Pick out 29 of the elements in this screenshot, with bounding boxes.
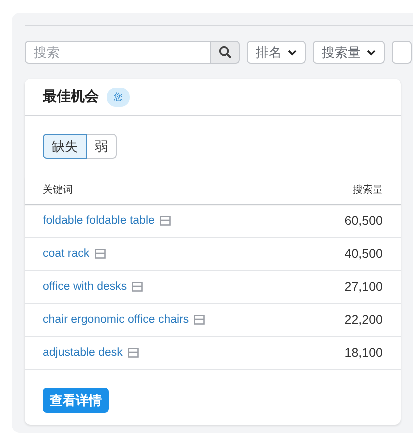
- segment-tab[interactable]: 弱: [86, 134, 117, 159]
- volume-cell: 18,100: [344, 346, 383, 360]
- keyword-link[interactable]: adjustable desk: [43, 347, 139, 359]
- chevron-icon: [288, 50, 297, 56]
- window-icon: [132, 282, 144, 292]
- window-icon: [128, 348, 139, 358]
- window-icon: [94, 249, 106, 259]
- dropdown-button[interactable]: 搜索量: [313, 41, 385, 64]
- window-icon: [194, 315, 206, 325]
- keyword-link[interactable]: chair ergonomic office chairs: [43, 314, 206, 326]
- details-button[interactable]: 查看详情: [43, 388, 109, 413]
- column-header: 搜索量: [353, 184, 383, 197]
- volume-cell: 60,500: [344, 214, 383, 228]
- dropdown-button[interactable]: 排名: [247, 41, 306, 64]
- search-icon: [218, 46, 232, 59]
- keyword-link[interactable]: foldable foldable table: [43, 215, 171, 227]
- volume-cell: 27,100: [344, 280, 383, 294]
- search-field[interactable]: 搜索: [25, 41, 210, 64]
- card-title: 最佳机会: [43, 88, 99, 106]
- column-header: 关键词: [43, 184, 73, 197]
- keyword-link[interactable]: office with desks: [43, 281, 144, 293]
- window-icon: [160, 216, 171, 226]
- badge: 您: [107, 88, 130, 106]
- volume-cell: 22,200: [344, 313, 383, 327]
- volume-cell: 40,500: [344, 247, 383, 261]
- chevron-icon: [367, 50, 376, 56]
- search-button[interactable]: [210, 41, 240, 64]
- segment-tab[interactable]: 缺失: [43, 134, 87, 159]
- keyword-link[interactable]: coat rack: [43, 248, 106, 260]
